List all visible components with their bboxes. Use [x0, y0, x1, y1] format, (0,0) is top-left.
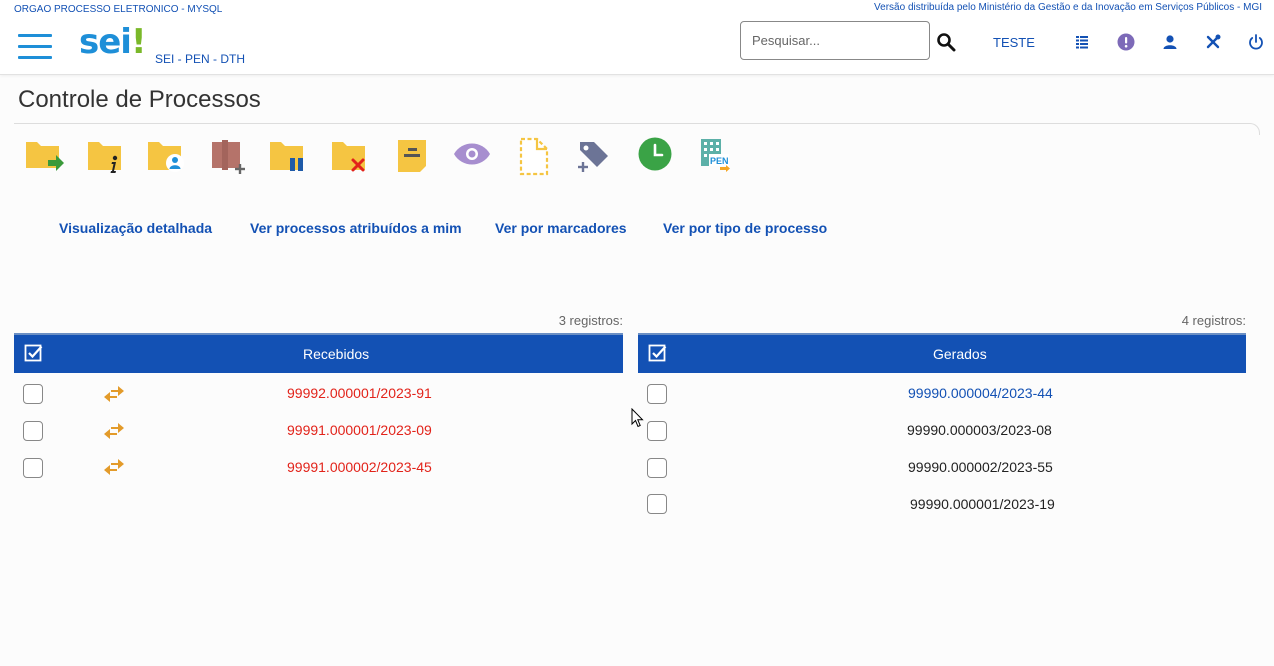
organization-name: ORGAO PROCESSO ELETRONICO - MYSQL: [14, 4, 223, 15]
menu-icon[interactable]: [18, 34, 52, 64]
system-subtitle: SEI - PEN - DTH: [155, 52, 246, 66]
exchange-arrows-icon: [104, 386, 124, 402]
search-icon[interactable]: [936, 32, 956, 52]
received-table-header: Recebidos: [14, 333, 623, 373]
link-by-process-type[interactable]: Ver por tipo de processo: [663, 220, 827, 236]
new-block-icon[interactable]: [208, 136, 252, 176]
follow-up-icon[interactable]: [450, 136, 494, 176]
generated-row-checkbox[interactable]: [647, 384, 667, 404]
received-row-checkbox[interactable]: [23, 458, 43, 478]
mouse-cursor-icon: [631, 408, 644, 428]
link-assigned-to-me[interactable]: Ver processos atribuídos a mim: [250, 220, 462, 236]
unit-selector[interactable]: TESTE: [993, 35, 1035, 50]
generated-process-link[interactable]: 99990.000003/2023-08: [907, 422, 1052, 438]
received-process-link[interactable]: 99992.000001/2023-91: [287, 385, 432, 401]
distribution-note: Versão distribuída pelo Ministério da Ge…: [874, 2, 1262, 13]
logo-text: sei: [79, 22, 132, 62]
notice-icon[interactable]: [1117, 33, 1135, 51]
due-date-clock-icon[interactable]: [634, 136, 678, 176]
received-row-checkbox[interactable]: [23, 384, 43, 404]
received-row-checkbox[interactable]: [23, 421, 43, 441]
assign-process-icon[interactable]: [146, 136, 190, 176]
units-list-icon[interactable]: [1073, 33, 1091, 51]
select-all-received-checkbox[interactable]: [24, 344, 44, 364]
select-all-generated-checkbox[interactable]: [648, 344, 668, 364]
logo-mark: !: [130, 22, 146, 62]
generated-process-link[interactable]: 99990.000004/2023-44: [908, 385, 1053, 401]
process-info-icon[interactable]: [86, 136, 130, 176]
pen-icon[interactable]: PEN: [696, 136, 740, 176]
generated-table-header: Gerados: [638, 333, 1246, 373]
received-header-label: Recebidos: [303, 346, 370, 362]
user-icon[interactable]: [1161, 33, 1179, 51]
annotation-icon[interactable]: [390, 136, 434, 176]
exchange-arrows-icon: [104, 423, 124, 439]
generated-count: 4 registros:: [1181, 313, 1246, 328]
generated-row-checkbox[interactable]: [647, 458, 667, 478]
page-title: Controle de Processos: [18, 86, 261, 113]
add-marker-icon[interactable]: [572, 136, 616, 176]
received-process-link[interactable]: 99991.000002/2023-45: [287, 459, 432, 475]
suspend-process-icon[interactable]: [268, 136, 312, 176]
generated-process-link[interactable]: 99990.000001/2023-19: [910, 496, 1055, 512]
link-detailed-view[interactable]: Visualização detalhada: [59, 220, 212, 236]
generated-header-label: Gerados: [933, 346, 987, 362]
title-divider: [14, 123, 1260, 135]
svg-text:PEN: PEN: [710, 156, 729, 166]
send-process-icon[interactable]: [24, 136, 68, 176]
generated-row-checkbox[interactable]: [647, 421, 667, 441]
close-process-icon[interactable]: [330, 136, 374, 176]
link-by-markers[interactable]: Ver por marcadores: [495, 220, 627, 236]
sei-logo[interactable]: sei!: [79, 22, 146, 62]
generated-process-link[interactable]: 99990.000002/2023-55: [908, 459, 1053, 475]
search-input[interactable]: [740, 21, 930, 60]
received-process-link[interactable]: 99991.000001/2023-09: [287, 422, 432, 438]
power-icon[interactable]: [1247, 33, 1265, 51]
received-count: 3 registros:: [558, 313, 623, 328]
new-document-icon[interactable]: [512, 136, 556, 176]
generated-row-checkbox[interactable]: [647, 494, 667, 514]
settings-tools-icon[interactable]: [1204, 33, 1222, 51]
exchange-arrows-icon: [104, 459, 124, 475]
top-bar: ORGAO PROCESSO ELETRONICO - MYSQL Versão…: [0, 0, 1274, 75]
